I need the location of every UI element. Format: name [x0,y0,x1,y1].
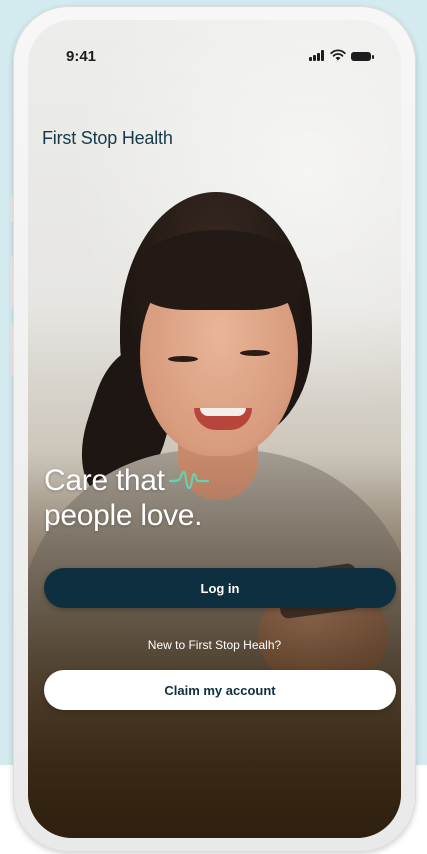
login-button[interactable]: Log in [44,568,396,608]
side-button-silent [10,196,14,222]
hero-photo-eye-right [240,350,270,356]
hero-headline: Care that people love. [44,464,209,532]
hero-photo-eye-left [168,356,198,362]
hero-photo-fringe [136,230,302,310]
status-icons [309,49,374,61]
new-user-prompt: New to First Stop Healh? [147,638,282,652]
cellular-signal-icon [309,50,325,61]
wifi-icon [330,49,346,61]
headline-line-2: people love. [44,498,203,532]
brand-logo-text: First Stop Health [42,128,173,148]
side-button-volume-up [10,256,14,308]
battery-icon [351,52,374,61]
side-button-volume-down [10,324,14,376]
heartbeat-pulse-icon [168,466,209,499]
claim-account-button[interactable]: Claim my account [44,670,396,710]
app-screen: 9:41 First Stop Health Care that people … [28,20,401,838]
headline-line-1: Care that [44,464,165,497]
status-time: 9:41 [66,48,97,65]
hero-photo-teeth [200,408,246,416]
